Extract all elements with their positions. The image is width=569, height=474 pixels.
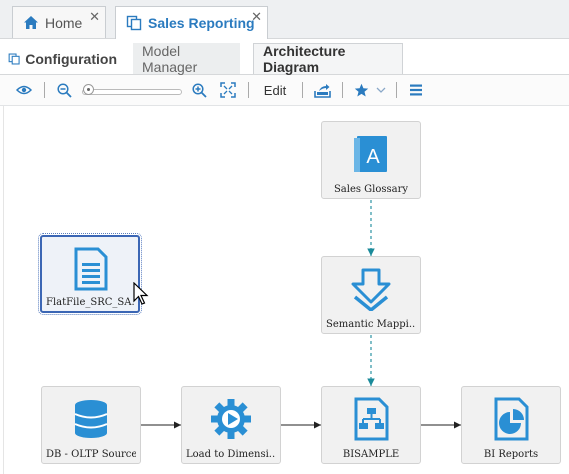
document-icon: [74, 247, 108, 291]
favorite-button[interactable]: [352, 75, 370, 105]
tab-home[interactable]: Home ✕: [12, 6, 106, 38]
copy-pages-icon: [8, 52, 20, 65]
node-label: BI Reports: [483, 449, 539, 460]
book-icon: A: [354, 136, 387, 172]
zoom-in-button[interactable]: [189, 75, 209, 105]
zoom-in-icon: [191, 82, 207, 98]
edit-button[interactable]: Edit: [258, 75, 292, 105]
fit-to-screen-icon: [220, 82, 236, 98]
tab-configuration[interactable]: Configuration: [0, 43, 126, 74]
mouse-cursor-icon: [133, 282, 149, 305]
menu-button[interactable]: [406, 75, 426, 105]
sub-tab-bar: Configuration Model Manager Architecture…: [0, 39, 569, 75]
top-tab-bar: Home ✕ Sales Reporting ✕: [0, 0, 569, 39]
export-button[interactable]: [312, 75, 332, 105]
node-label: Load to Dimensi...: [186, 449, 276, 460]
hamburger-menu-icon: [410, 84, 422, 96]
zoom-slider-handle[interactable]: [83, 84, 94, 95]
node-db-oltp-source[interactable]: DB - OLTP Source: [41, 386, 141, 464]
node-label: Semantic Mappi...: [326, 319, 416, 330]
database-icon: [74, 400, 108, 438]
view-button[interactable]: [14, 75, 34, 105]
fit-to-screen-button[interactable]: [218, 75, 238, 105]
node-bi-reports[interactable]: BI Reports: [461, 386, 561, 464]
tab-sales-reporting-label: Sales Reporting: [148, 15, 255, 31]
node-sales-glossary[interactable]: A Sales Glossary: [321, 121, 421, 199]
pie-chart-document-icon: [494, 397, 529, 441]
node-load-to-dimension[interactable]: Load to Dimensi...: [181, 386, 281, 464]
toolbar-divider: [342, 82, 343, 98]
node-flatfile-src[interactable]: FlatFile_SRC_SA...: [38, 233, 142, 315]
home-icon: [24, 16, 38, 29]
close-icon[interactable]: ✕: [251, 9, 262, 25]
tab-architecture-diagram[interactable]: Architecture Diagram: [253, 43, 403, 75]
node-label: DB - OLTP Source: [46, 449, 136, 460]
star-icon: [354, 83, 368, 96]
zoom-out-icon: [56, 82, 72, 98]
diagram-toolbar: Edit: [0, 75, 569, 106]
node-label: BISAMPLE: [342, 449, 400, 460]
download-arrow-icon: [351, 268, 391, 311]
tab-model-manager[interactable]: Model Manager: [133, 42, 240, 75]
export-tray-icon: [313, 83, 331, 98]
chevron-down-icon: [376, 87, 386, 93]
favorite-dropdown[interactable]: [374, 75, 388, 105]
copy-pages-icon: [126, 15, 142, 31]
tab-architecture-diagram-label: Architecture Diagram: [263, 43, 346, 75]
edit-button-label: Edit: [263, 82, 287, 98]
close-icon[interactable]: ✕: [89, 9, 100, 25]
tab-sales-reporting[interactable]: Sales Reporting ✕: [115, 6, 268, 39]
toolbar-divider: [248, 82, 249, 98]
node-label: FlatFile_SRC_SA...: [46, 297, 134, 308]
tab-configuration-label: Configuration: [25, 50, 117, 67]
zoom-out-button[interactable]: [54, 75, 74, 105]
eye-icon: [16, 85, 32, 95]
node-label: Sales Glossary: [333, 184, 409, 195]
toolbar-divider: [302, 82, 303, 98]
hierarchy-document-icon: [354, 397, 389, 441]
node-semantic-mapping[interactable]: Semantic Mappi...: [321, 256, 421, 334]
tab-home-label: Home: [45, 14, 83, 31]
toolbar-divider: [44, 82, 45, 98]
svg-text:A: A: [366, 146, 380, 168]
tab-model-manager-label: Model Manager: [142, 42, 198, 75]
zoom-slider-track[interactable]: [82, 89, 182, 95]
node-bisample[interactable]: BISAMPLE: [321, 386, 421, 464]
gear-play-icon: [211, 399, 251, 439]
toolbar-divider: [396, 82, 397, 98]
